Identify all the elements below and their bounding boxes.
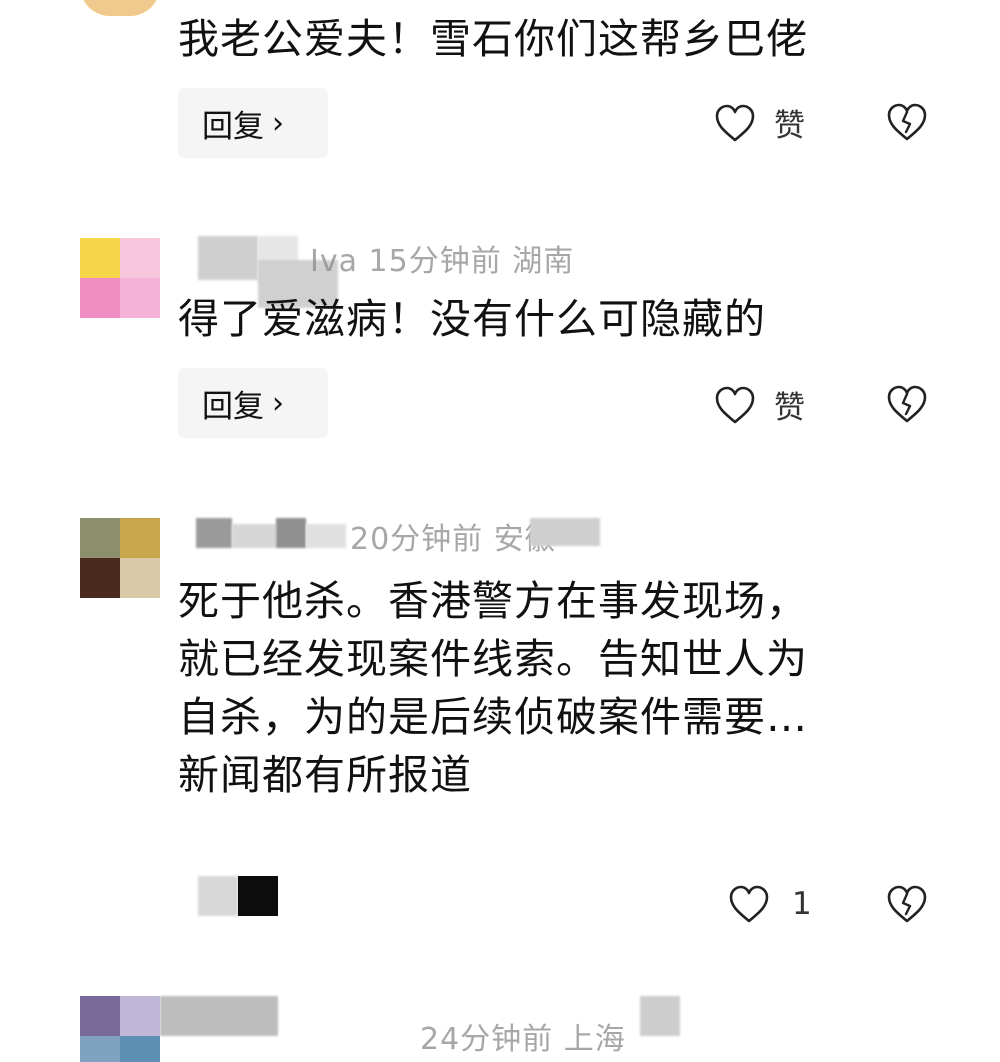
avatar[interactable] bbox=[80, 996, 160, 1062]
comment-text: 得了爱滋病！没有什么可隐藏的 bbox=[178, 295, 766, 343]
comment-text: 死于他杀。香港警方在事发现场， 就已经发现案件线索。告知世人为 自杀，为的是后续… bbox=[178, 577, 808, 799]
dislike-button[interactable] bbox=[886, 102, 928, 146]
avatar[interactable] bbox=[80, 238, 160, 318]
comment-meta: 24分钟前 上海 bbox=[420, 1022, 626, 1057]
reply-button[interactable]: 回复 › bbox=[178, 88, 328, 158]
heart-outline-icon bbox=[715, 386, 755, 423]
like-label: 赞 bbox=[774, 108, 805, 144]
reply-button[interactable]: 回复 › bbox=[178, 368, 328, 438]
avatar[interactable] bbox=[80, 518, 160, 598]
broken-heart-icon bbox=[887, 885, 927, 923]
reply-label: 回复 bbox=[202, 388, 264, 425]
location-redacted bbox=[530, 518, 600, 546]
like-button[interactable]: 赞 bbox=[714, 382, 805, 427]
like-label: 赞 bbox=[774, 390, 805, 426]
dislike-button[interactable] bbox=[886, 384, 928, 428]
broken-heart-icon bbox=[887, 385, 927, 423]
like-button[interactable]: 1 bbox=[728, 884, 812, 924]
reply-label: 回复 bbox=[202, 108, 264, 145]
heart-outline-icon bbox=[729, 885, 769, 923]
like-button[interactable]: 赞 bbox=[714, 100, 805, 145]
comment-meta: 20分钟前 安徽 bbox=[350, 522, 556, 557]
heart-outline-icon bbox=[715, 104, 755, 141]
chevron-right-icon: › bbox=[272, 105, 284, 141]
chevron-right-icon: › bbox=[272, 385, 284, 421]
avatar[interactable] bbox=[80, 0, 160, 36]
dislike-button[interactable] bbox=[886, 884, 928, 928]
comment-meta: Iva 15分钟前 湖南 bbox=[310, 244, 575, 279]
broken-heart-icon bbox=[887, 103, 927, 141]
like-count: 1 bbox=[792, 886, 812, 922]
comment-text: 我老公爱夫！雪石你们这帮乡巴佬 bbox=[178, 15, 808, 63]
